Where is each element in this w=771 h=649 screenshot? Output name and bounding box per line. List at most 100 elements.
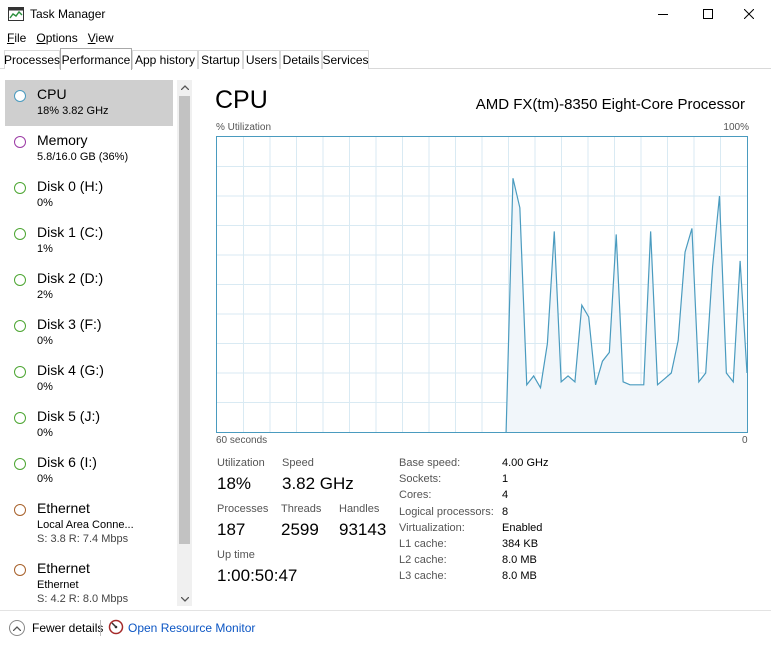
cpu-utilization-graph (216, 136, 748, 433)
processor-name: AMD FX(tm)-8350 Eight-Core Processor (475, 96, 745, 113)
graph-y-label: % Utilization (216, 122, 272, 133)
sidebar-item-disk-0-h[interactable]: Disk 0 (H:) 0% (5, 172, 173, 218)
tab-bar: Processes Performance App history Startu… (0, 48, 771, 70)
spec-value: 8.0 MB (502, 570, 537, 583)
resource-circle-icon (14, 458, 26, 470)
spec-label: L3 cache: (399, 570, 447, 583)
menu-view-label: iew (95, 31, 114, 45)
sidebar-item-subtitle: 0% (37, 197, 53, 209)
menu-file-label: ile (14, 31, 27, 45)
sidebar-item-subtitle: 0% (37, 335, 53, 347)
menu-bar: File Options View (0, 28, 771, 48)
menu-options-accel: O (36, 31, 46, 45)
resource-sidebar: CPU 18% 3.82 GHz Memory 5.8/16.0 GB (36%) Di… (0, 70, 193, 610)
open-resource-monitor-link[interactable]: Open Resource Monitor (128, 621, 255, 635)
menu-options[interactable]: Options (31, 31, 82, 45)
sidebar-item-throughput: S: 4.2 R: 8.0 Mbps (37, 593, 129, 605)
sidebar-item-subtitle: 0% (37, 473, 53, 485)
sidebar-item-ethernet[interactable]: Ethernet Local Area Conne... S: 3.8 R: 7.4… (5, 494, 173, 550)
resource-circle-icon (14, 366, 26, 378)
sidebar-item-memory[interactable]: Memory 5.8/16.0 GB (36%) (5, 126, 173, 172)
utilization-value: 18% (217, 474, 252, 493)
spec-label: Logical processors: (399, 505, 494, 518)
fewer-details-link[interactable]: Fewer details (32, 621, 103, 635)
handles-value: 93143 (339, 520, 387, 539)
sidebar-item-disk-5-j[interactable]: Disk 5 (J:) 0% (5, 402, 173, 448)
sidebar-item-title: Memory (37, 132, 88, 148)
spec-label: Base speed: (399, 457, 461, 469)
menu-view-accel: V (87, 31, 96, 45)
spec-value: 8 (502, 505, 509, 518)
sidebar-item-disk-6-i[interactable]: Disk 6 (I:) 0% (5, 448, 173, 494)
spec-label: Cores: (399, 489, 432, 502)
sidebar-item-disk-2-d[interactable]: Disk 2 (D:) 2% (5, 264, 173, 310)
sidebar-scrollbar[interactable] (177, 80, 192, 606)
tab-app-history[interactable]: App history (132, 50, 198, 69)
sidebar-item-title: Disk 0 (H:) (37, 178, 104, 194)
scrollbar-thumb[interactable] (179, 96, 190, 544)
speed-label: Speed (282, 457, 314, 469)
resource-circle-icon (14, 320, 26, 332)
sidebar-item-subtitle: 0% (37, 381, 53, 393)
tab-performance[interactable]: Performance (60, 48, 132, 70)
page-title: CPU (215, 86, 268, 114)
resource-circle-icon (14, 90, 26, 102)
graph-y-max: 100% (723, 122, 749, 133)
speed-value: 3.82 GHz (282, 474, 354, 493)
chevron-down-icon (180, 596, 189, 602)
tab-users[interactable]: Users (243, 50, 280, 69)
sidebar-item-title: Disk 5 (J:) (37, 408, 100, 424)
spec-label: L2 cache: (399, 554, 447, 567)
tab-details[interactable]: Details (280, 50, 322, 69)
resource-circle-icon (14, 504, 26, 516)
spec-value: 4 (502, 489, 509, 502)
maximize-icon (703, 9, 713, 19)
spec-label: L1 cache: (399, 538, 447, 550)
utilization-label: Utilization (217, 457, 265, 469)
spec-value: Enabled (502, 521, 543, 534)
sidebar-item-disk-4-g[interactable]: Disk 4 (G:) 0% (5, 356, 173, 402)
minimize-button[interactable] (640, 0, 686, 28)
scroll-down-arrow[interactable] (177, 592, 192, 606)
tab-processes[interactable]: Processes (4, 50, 60, 69)
handles-label: Handles (339, 503, 380, 515)
maximize-button[interactable] (685, 0, 731, 28)
menu-view[interactable]: View (83, 31, 119, 45)
sidebar-item-cpu[interactable]: CPU 18% 3.82 GHz (5, 80, 173, 126)
sidebar-item-title: Disk 6 (I:) (37, 454, 97, 470)
menu-options-label: ptions (45, 31, 78, 45)
graph-x-label: 60 seconds (216, 435, 268, 446)
sidebar-item-subtitle: 1% (37, 243, 53, 255)
title-bar[interactable]: Task Manager (0, 0, 771, 28)
resource-monitor-icon (108, 619, 124, 635)
resource-circle-icon (14, 274, 26, 286)
spec-value: 1 (502, 473, 509, 486)
resource-circle-icon (14, 412, 26, 424)
close-button[interactable] (726, 0, 771, 28)
sidebar-item-subtitle: 2% (37, 289, 53, 301)
sidebar-item-ethernet[interactable]: Ethernet Ethernet S: 4.2 R: 8.0 Mbps (5, 554, 173, 610)
cpu-graph-canvas (217, 137, 748, 433)
chevron-up-icon (180, 84, 189, 90)
sidebar-item-subtitle: 5.8/16.0 GB (36%) (37, 151, 129, 163)
menu-file[interactable]: File (2, 31, 31, 45)
tab-startup[interactable]: Startup (198, 50, 243, 69)
sidebar-item-disk-3-f[interactable]: Disk 3 (F:) 0% (5, 310, 173, 356)
spec-label: Virtualization: (399, 521, 465, 534)
sidebar-item-title: Disk 2 (D:) (37, 270, 104, 286)
sidebar-item-throughput: S: 3.8 R: 7.4 Mbps (37, 533, 129, 545)
sidebar-item-title: Disk 1 (C:) (37, 224, 104, 240)
scroll-up-arrow[interactable] (177, 80, 192, 94)
sidebar-item-subtitle: Ethernet (37, 579, 79, 591)
sidebar-item-title: Ethernet (37, 500, 90, 516)
cpu-usage-area (506, 178, 747, 432)
spec-label: Sockets: (399, 473, 442, 486)
sidebar-item-subtitle: 18% 3.82 GHz (37, 105, 109, 117)
chevron-up-icon (13, 625, 21, 631)
tab-services[interactable]: Services (322, 50, 369, 69)
fewer-details-button[interactable] (9, 620, 25, 636)
sidebar-item-disk-1-c[interactable]: Disk 1 (C:) 1% (5, 218, 173, 264)
uptime-label: Up time (217, 549, 255, 561)
resource-circle-icon (14, 182, 26, 194)
footer: Fewer details Open Resource Monitor (0, 610, 771, 649)
